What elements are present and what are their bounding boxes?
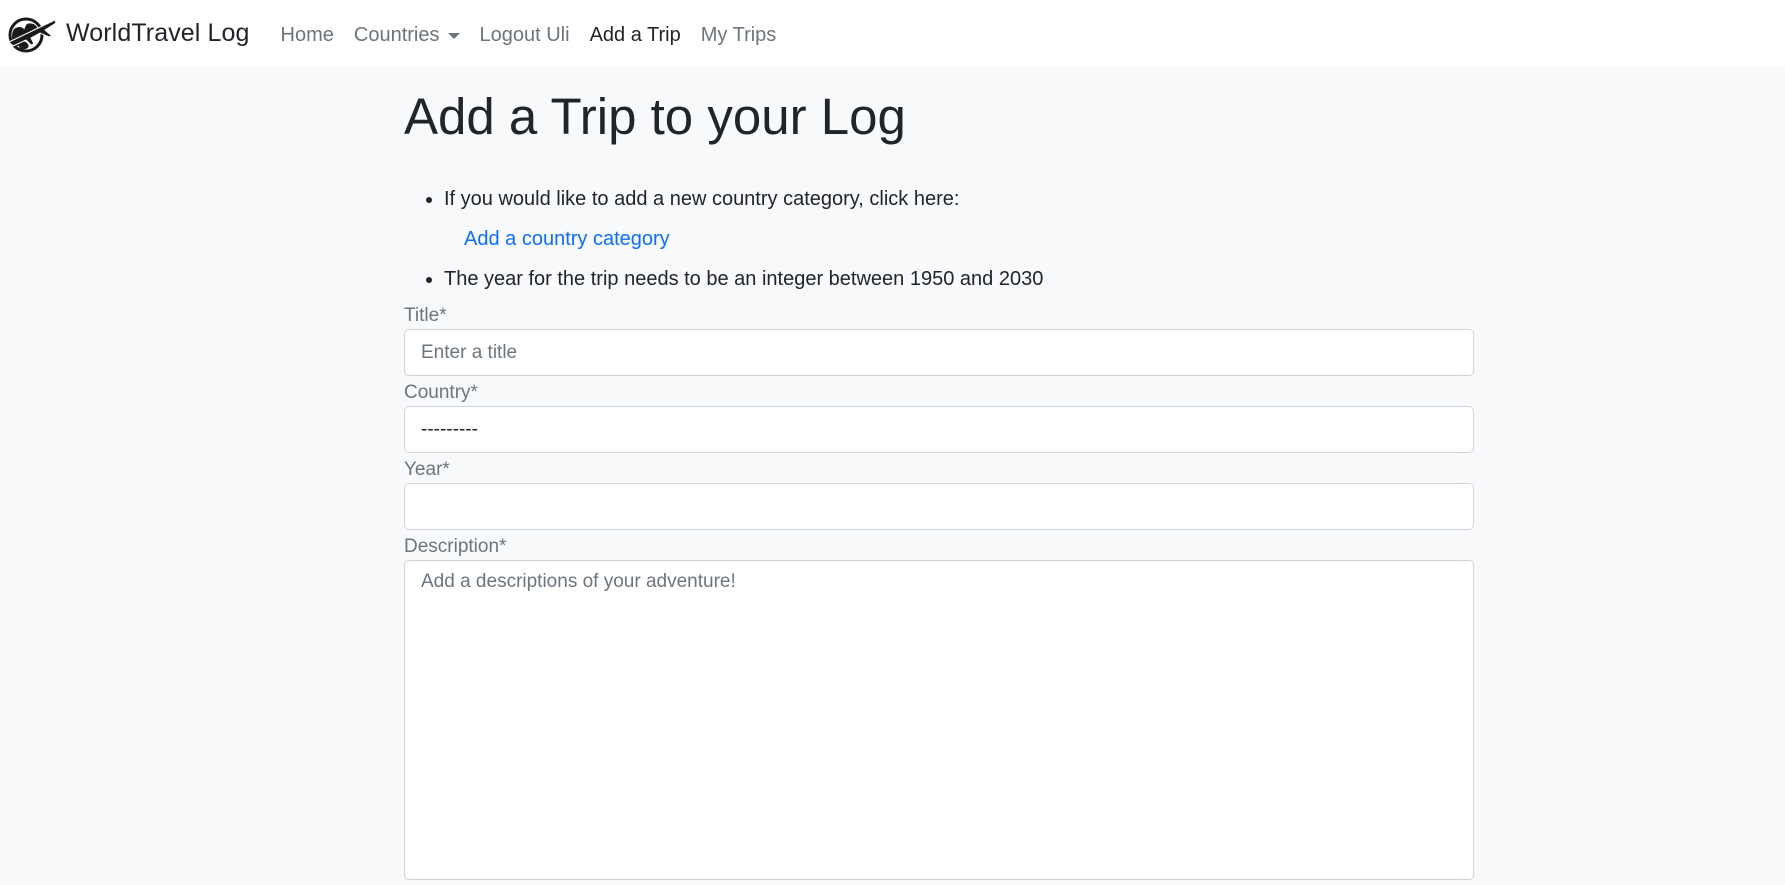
description-label: Description* xyxy=(404,536,507,558)
instruction-category: If you would like to add a new country c… xyxy=(444,184,1474,254)
nav-countries-label: Countries xyxy=(353,23,440,46)
description-group: Description* xyxy=(404,535,1474,885)
nav-home[interactable]: Home xyxy=(271,24,344,47)
nav-add-trip[interactable]: Add a Trip xyxy=(580,24,691,47)
year-label: Year* xyxy=(404,459,450,481)
year-group: Year* xyxy=(404,458,1474,531)
nav-links: Home Countries Logout Uli Add a Trip My … xyxy=(271,24,787,47)
country-select[interactable]: --------- xyxy=(404,406,1474,454)
globe-airplane-icon xyxy=(5,12,57,54)
caret-down-icon xyxy=(447,33,460,39)
brand-link[interactable]: WorldTravel Log xyxy=(5,12,250,54)
instructions-list: If you would like to add a new country c… xyxy=(404,184,1474,294)
country-label: Country* xyxy=(404,382,478,404)
instruction-year: The year for the trip needs to be an int… xyxy=(444,264,1474,294)
category-note-text: If you would like to add a new country c… xyxy=(444,188,960,211)
year-input[interactable] xyxy=(404,483,1474,531)
brand-name: WorldTravel Log xyxy=(66,18,250,47)
description-textarea[interactable] xyxy=(404,560,1474,881)
title-input[interactable] xyxy=(404,329,1474,377)
main-content: Add a Trip to your Log If you would like… xyxy=(404,66,1474,885)
nav-my-trips[interactable]: My Trips xyxy=(691,24,787,47)
page-title: Add a Trip to your Log xyxy=(404,88,906,145)
nav-logout[interactable]: Logout Uli xyxy=(470,24,580,47)
title-label: Title* xyxy=(404,305,447,327)
country-group: Country* --------- xyxy=(404,381,1474,454)
add-trip-form: Title* Country* --------- Year* Descript… xyxy=(404,304,1474,885)
nav-countries-dropdown[interactable]: Countries xyxy=(344,24,470,47)
navbar: WorldTravel Log Home Countries Logout Ul… xyxy=(0,0,1785,66)
title-group: Title* xyxy=(404,304,1474,377)
year-note-text: The year for the trip needs to be an int… xyxy=(444,268,1044,291)
add-country-category-link[interactable]: Add a country category xyxy=(464,224,670,254)
